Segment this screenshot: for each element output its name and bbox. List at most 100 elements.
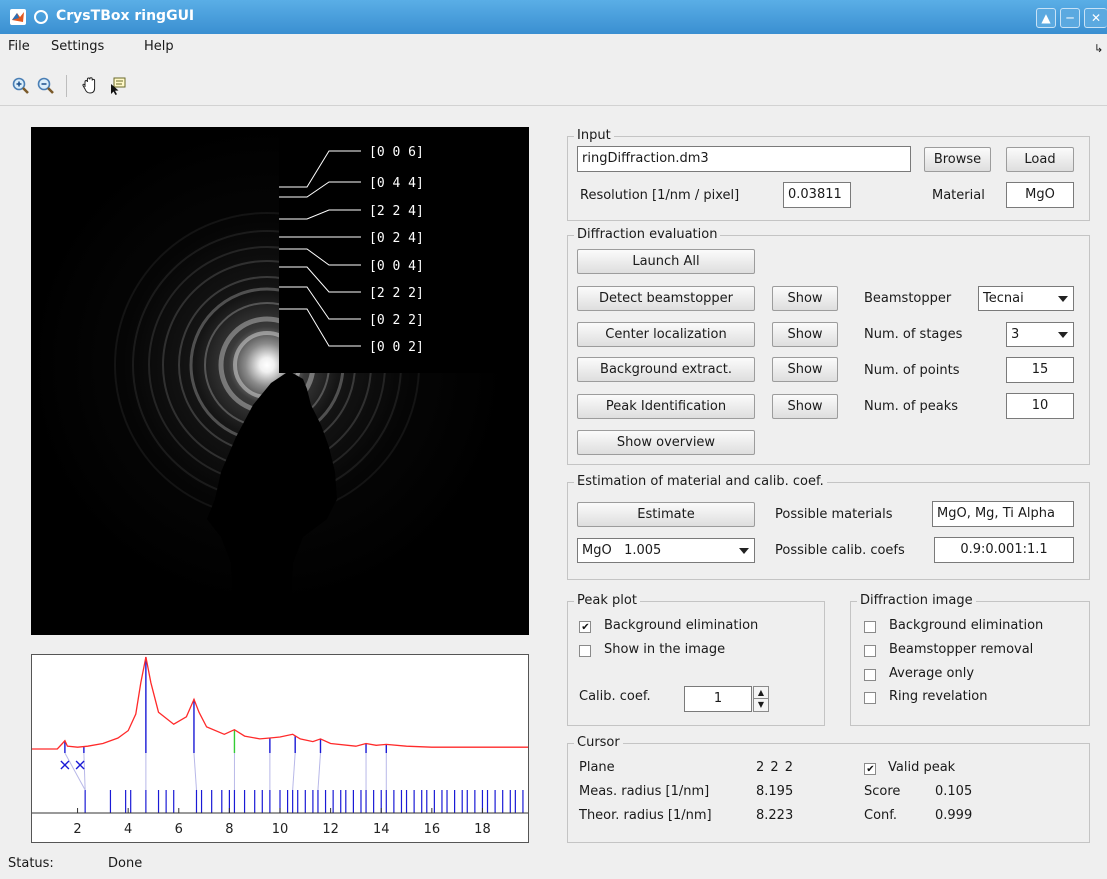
show-peaks-button[interactable]: Show bbox=[772, 394, 838, 419]
estimation-result-selected: MgO 1.005 bbox=[582, 543, 662, 558]
theor-radius-label: Theor. radius [1/nm] bbox=[579, 808, 712, 823]
beamstopper-label: Beamstopper bbox=[864, 291, 952, 306]
possible-materials-label: Possible materials bbox=[775, 507, 893, 522]
peak-markers bbox=[64, 657, 387, 753]
zoom-in-icon[interactable] bbox=[11, 76, 31, 96]
menu-arrow-icon[interactable]: ↳ bbox=[1094, 42, 1103, 55]
minimize-icon: ─ bbox=[1066, 11, 1074, 25]
material-label: Material bbox=[932, 188, 985, 203]
peaks-label: Num. of peaks bbox=[864, 399, 959, 414]
spinner-up-icon[interactable]: ▲ bbox=[754, 687, 768, 699]
estimation-group-title: Estimation of material and calib. coef. bbox=[574, 474, 827, 490]
ring-revelation-checkbox[interactable] bbox=[864, 692, 876, 704]
cursor-group: Cursor Plane 2 2 2 Meas. radius [1/nm] 8… bbox=[567, 735, 1090, 843]
bg-elimination-image-checkbox[interactable] bbox=[864, 621, 876, 633]
center-localization-button[interactable]: Center localization bbox=[577, 322, 755, 347]
average-only-label[interactable]: Average only bbox=[889, 666, 974, 681]
score-label: Score bbox=[864, 784, 901, 799]
ring-label: [0 2 4] bbox=[369, 231, 424, 246]
show-beamstopper-button[interactable]: Show bbox=[772, 286, 838, 311]
ring-label: [0 2 2] bbox=[369, 313, 424, 328]
meas-radius-label: Meas. radius [1/nm] bbox=[579, 784, 710, 799]
x-tick-label: 18 bbox=[474, 822, 491, 837]
resolution-input[interactable]: 0.03811 bbox=[783, 182, 851, 208]
background-extract-button[interactable]: Background extract. bbox=[577, 357, 755, 382]
ring-revelation-label[interactable]: Ring revelation bbox=[889, 689, 988, 704]
menu-file[interactable]: File bbox=[8, 39, 30, 54]
toolbar-separator bbox=[66, 75, 67, 97]
maximize-button[interactable]: ▲ bbox=[1036, 8, 1056, 28]
show-background-button[interactable]: Show bbox=[772, 357, 838, 382]
show-center-button[interactable]: Show bbox=[772, 322, 838, 347]
stages-label: Num. of stages bbox=[864, 327, 963, 342]
peak-link-line bbox=[83, 752, 86, 791]
possible-coefs-label: Possible calib. coefs bbox=[775, 543, 905, 558]
input-group: Input ringDiffraction.dm3 Browse Load Re… bbox=[567, 128, 1090, 221]
launch-all-button[interactable]: Launch All bbox=[577, 249, 755, 274]
file-name-input[interactable]: ringDiffraction.dm3 bbox=[577, 146, 911, 172]
ring-label: [0 0 2] bbox=[369, 340, 424, 355]
points-input[interactable]: 15 bbox=[1006, 357, 1074, 383]
data-cursor-icon[interactable] bbox=[108, 76, 128, 96]
beamstopper-selected: Tecnai bbox=[983, 291, 1024, 306]
material-input[interactable]: MgO bbox=[1006, 182, 1074, 208]
possible-materials-input[interactable]: MgO, Mg, Ti Alpha bbox=[932, 501, 1074, 527]
peaks-input[interactable]: 10 bbox=[1006, 393, 1074, 419]
toolbar bbox=[0, 62, 1107, 106]
peak-identification-button[interactable]: Peak Identification bbox=[577, 394, 755, 419]
diffraction-image[interactable]: [0 0 6] [0 4 4] [2 2 4] [0 2 4] [0 0 4] … bbox=[31, 127, 529, 635]
estimation-result-select[interactable]: MgO 1.005 bbox=[577, 538, 755, 563]
close-button[interactable]: ✕ bbox=[1084, 8, 1107, 28]
bg-elimination-image-label[interactable]: Background elimination bbox=[889, 618, 1043, 633]
detect-beamstopper-button[interactable]: Detect beamstopper bbox=[577, 286, 755, 311]
estimation-group: Estimation of material and calib. coef. … bbox=[567, 474, 1090, 580]
possible-coefs-input[interactable]: 0.9:0.001:1.1 bbox=[934, 537, 1074, 563]
calib-coef-spinner[interactable]: ▲ ▼ bbox=[753, 686, 769, 712]
diffraction-image-group: Diffraction image Background elimination… bbox=[850, 593, 1090, 726]
score-value: 0.105 bbox=[935, 784, 973, 799]
ring-label: [0 4 4] bbox=[369, 176, 424, 191]
diffraction-evaluation-group: Diffraction evaluation Launch All Detect… bbox=[567, 227, 1090, 465]
minimize-button[interactable]: ─ bbox=[1060, 8, 1080, 28]
resolution-label: Resolution [1/nm / pixel] bbox=[580, 188, 740, 203]
x-tick-label: 4 bbox=[124, 822, 132, 837]
points-label: Num. of points bbox=[864, 363, 960, 378]
estimate-button[interactable]: Estimate bbox=[577, 502, 755, 527]
menu-help[interactable]: Help bbox=[144, 39, 174, 54]
menu-settings[interactable]: Settings bbox=[51, 39, 104, 54]
close-icon: ✕ bbox=[1090, 11, 1102, 25]
x-tick-label: 16 bbox=[424, 822, 441, 837]
average-only-checkbox[interactable] bbox=[864, 669, 876, 681]
stages-select[interactable]: 3 bbox=[1006, 322, 1074, 347]
show-in-image-checkbox[interactable] bbox=[579, 645, 591, 657]
spinner-down-icon[interactable]: ▼ bbox=[754, 699, 768, 711]
bg-elimination-plot-label[interactable]: Background elimination bbox=[604, 618, 758, 633]
show-overview-button[interactable]: Show overview bbox=[577, 430, 755, 455]
diffraction-image-canvas: [0 0 6] [0 4 4] [2 2 4] [0 2 4] [0 0 4] … bbox=[31, 127, 529, 635]
beamstopper-select[interactable]: Tecnai bbox=[978, 286, 1074, 311]
radial-profile-plot[interactable]: 2 4 6 8 10 12 14 16 18 bbox=[31, 654, 529, 843]
ring-label: [0 0 6] bbox=[369, 145, 424, 160]
theoretical-radii bbox=[84, 790, 524, 813]
x-tick-label: 14 bbox=[373, 822, 390, 837]
beamstopper-removal-label[interactable]: Beamstopper removal bbox=[889, 642, 1033, 657]
status-value: Done bbox=[108, 856, 143, 871]
show-in-image-label[interactable]: Show in the image bbox=[604, 642, 725, 657]
calib-coef-input[interactable]: 1 bbox=[684, 686, 752, 712]
diffraction-image-group-title: Diffraction image bbox=[857, 593, 976, 609]
bg-elimination-plot-checkbox[interactable] bbox=[579, 621, 591, 633]
load-button[interactable]: Load bbox=[1006, 147, 1074, 172]
valid-peak-label[interactable]: Valid peak bbox=[888, 760, 955, 775]
zoom-out-icon[interactable] bbox=[36, 76, 56, 96]
window-menu-icon[interactable] bbox=[34, 10, 48, 24]
peak-link-line bbox=[317, 752, 321, 791]
meas-radius-value: 8.195 bbox=[756, 784, 794, 799]
beamstopper-removal-checkbox[interactable] bbox=[864, 645, 876, 657]
x-tick-label: 10 bbox=[272, 822, 289, 837]
chevron-up-icon: ▲ bbox=[1041, 11, 1051, 25]
valid-peak-checkbox[interactable] bbox=[864, 763, 876, 775]
plane-value: 2 2 2 bbox=[756, 760, 794, 775]
ring-label: [0 0 4] bbox=[369, 259, 424, 274]
pan-hand-icon[interactable] bbox=[80, 76, 100, 96]
browse-button[interactable]: Browse bbox=[924, 147, 991, 172]
